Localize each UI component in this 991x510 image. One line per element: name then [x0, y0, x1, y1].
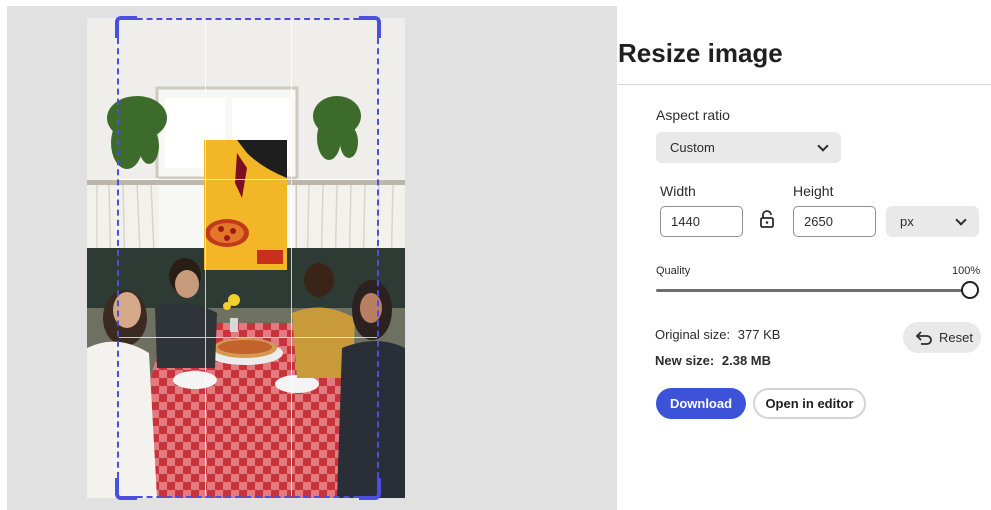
- crop-handle-top-left[interactable]: [115, 16, 137, 38]
- crop-handle-bottom-right[interactable]: [359, 478, 381, 500]
- quality-slider-thumb[interactable]: [961, 281, 979, 299]
- aspect-ratio-select[interactable]: Custom: [656, 132, 841, 163]
- height-input[interactable]: [793, 206, 876, 237]
- open-in-editor-button[interactable]: Open in editor: [753, 388, 866, 419]
- crop-frame[interactable]: [115, 16, 381, 500]
- original-size: Original size: 377 KB: [655, 327, 780, 342]
- aspect-ratio-label: Aspect ratio: [656, 107, 730, 123]
- quality-label: Quality: [656, 265, 691, 277]
- reset-label: Reset: [939, 330, 973, 345]
- chevron-down-icon: [955, 213, 967, 226]
- panel-title: Resize image: [618, 38, 783, 68]
- unit-value: px: [900, 214, 914, 229]
- crop-grid-line: [119, 337, 377, 339]
- quality-slider-track[interactable]: [656, 289, 970, 292]
- crop-handle-top-right[interactable]: [359, 16, 381, 38]
- panel-divider: [618, 84, 991, 85]
- new-size-value: 2.38 MB: [721, 353, 772, 368]
- unlocked-padlock-icon[interactable]: [760, 210, 774, 228]
- aspect-ratio-value: Custom: [670, 140, 715, 155]
- crop-grid-line: [204, 20, 206, 496]
- quality-value: 100%: [952, 265, 981, 277]
- download-button[interactable]: Download: [656, 388, 746, 419]
- unit-select[interactable]: px: [886, 206, 979, 237]
- height-label: Height: [793, 183, 834, 199]
- reset-button[interactable]: Reset: [903, 322, 981, 353]
- original-size-label: Original size:: [655, 327, 731, 342]
- undo-arrow-icon: [915, 330, 932, 345]
- crop-grid-line: [290, 20, 292, 496]
- crop-grid-line: [119, 178, 377, 180]
- new-size: New size: 2.38 MB: [655, 353, 771, 368]
- width-label: Width: [660, 183, 696, 199]
- crop-handle-bottom-left[interactable]: [115, 478, 137, 500]
- new-size-label: New size:: [655, 353, 715, 368]
- chevron-down-icon: [817, 139, 829, 152]
- original-size-value: 377 KB: [737, 327, 781, 342]
- width-input[interactable]: [660, 206, 743, 237]
